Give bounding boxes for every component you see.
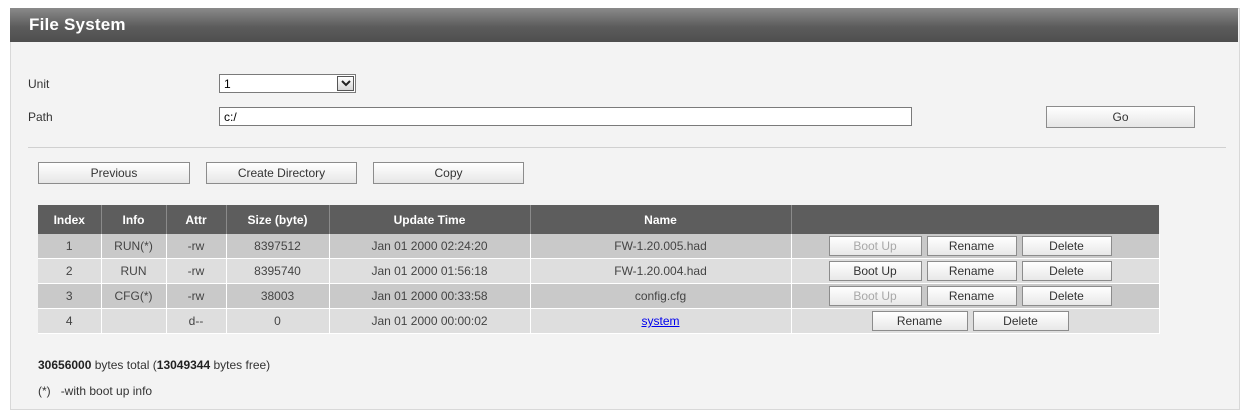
cell-size: 38003 (226, 283, 330, 309)
cell-info: RUN(*) (101, 234, 167, 259)
column-header-attr: Attr (166, 205, 227, 234)
cell-size: 0 (226, 308, 330, 334)
unit-label: Unit (28, 77, 50, 91)
rename-button[interactable]: Rename (871, 311, 968, 331)
cell-update-time: Jan 01 2000 00:33:58 (329, 283, 531, 309)
file-table: Index Info Attr Size (byte) Update Time … (38, 205, 1160, 334)
column-header-size: Size (byte) (226, 205, 330, 234)
summary-text-mid: bytes total ( (91, 358, 157, 372)
boot-up-button[interactable]: Boot Up (828, 261, 922, 281)
page-title: File System (29, 15, 126, 34)
column-header-info: Info (101, 205, 167, 234)
divider (28, 147, 1226, 148)
rename-button[interactable]: Rename (926, 261, 1017, 281)
cell-update-time: Jan 01 2000 01:56:18 (329, 258, 531, 284)
delete-button[interactable]: Delete (1021, 236, 1112, 256)
footnote: (*) -with boot up info (38, 384, 152, 398)
cell-actions: Rename Delete (791, 308, 1160, 334)
rename-button[interactable]: Rename (926, 236, 1017, 256)
delete-button[interactable]: Delete (1021, 286, 1112, 306)
cell-attr: d-- (166, 308, 227, 334)
unit-select-value: 1 (224, 77, 231, 91)
summary-text-end: bytes free) (210, 358, 271, 372)
copy-button[interactable]: Copy (373, 162, 524, 184)
cell-index: 2 (38, 258, 102, 284)
footnote-text: -with boot up info (60, 384, 153, 398)
cell-name: FW-1.20.004.had (530, 258, 792, 284)
cell-name: system (530, 308, 792, 334)
column-header-name: Name (530, 205, 792, 234)
table-row: 4 d-- 0 Jan 01 2000 00:00:02 system Rena… (38, 308, 1160, 334)
title-bar: File System (10, 8, 1238, 42)
path-label: Path (28, 110, 53, 124)
path-input[interactable] (219, 107, 912, 126)
rename-button[interactable]: Rename (926, 286, 1017, 306)
storage-summary: 30656000 bytes total (13049344 bytes fre… (38, 358, 270, 372)
cell-info: RUN (101, 258, 167, 284)
column-header-update-time: Update Time (329, 205, 531, 234)
cell-update-time: Jan 01 2000 02:24:20 (329, 234, 531, 259)
boot-up-button: Boot Up (828, 236, 922, 256)
cell-attr: -rw (166, 234, 227, 259)
create-directory-button[interactable]: Create Directory (206, 162, 357, 184)
column-header-index: Index (38, 205, 102, 234)
cell-attr: -rw (166, 283, 227, 309)
delete-button[interactable]: Delete (1021, 261, 1112, 281)
cell-index: 3 (38, 283, 102, 309)
cell-update-time: Jan 01 2000 00:00:02 (329, 308, 531, 334)
cell-name: config.cfg (530, 283, 792, 309)
cell-actions: Boot Up Rename Delete (791, 258, 1160, 284)
cell-info (101, 308, 167, 334)
boot-up-button: Boot Up (828, 286, 922, 306)
directory-link-system[interactable]: system (641, 314, 679, 328)
previous-button[interactable]: Previous (38, 162, 190, 184)
delete-button[interactable]: Delete (972, 311, 1069, 331)
cell-index: 1 (38, 234, 102, 259)
table-row: 1 RUN(*) -rw 8397512 Jan 01 2000 02:24:2… (38, 234, 1160, 259)
cell-attr: -rw (166, 258, 227, 284)
cell-size: 8395740 (226, 258, 330, 284)
cell-size: 8397512 (226, 234, 330, 259)
total-bytes: 30656000 (38, 358, 92, 372)
cell-actions: Boot Up Rename Delete (791, 234, 1160, 259)
free-bytes: 13049344 (156, 358, 211, 372)
cell-info: CFG(*) (101, 283, 167, 309)
cell-actions: Boot Up Rename Delete (791, 283, 1160, 309)
table-row: 3 CFG(*) -rw 38003 Jan 01 2000 00:33:58 … (38, 283, 1160, 309)
unit-select[interactable]: 1 (219, 74, 356, 93)
table-row: 2 RUN -rw 8395740 Jan 01 2000 01:56:18 F… (38, 258, 1160, 284)
column-header-actions (791, 205, 1159, 234)
cell-name: FW-1.20.005.had (530, 234, 792, 259)
chevron-down-icon[interactable] (337, 76, 354, 91)
footnote-marker: (*) (38, 384, 51, 398)
table-header-row: Index Info Attr Size (byte) Update Time … (38, 205, 1159, 234)
cell-index: 4 (38, 308, 102, 334)
go-button[interactable]: Go (1046, 106, 1195, 128)
